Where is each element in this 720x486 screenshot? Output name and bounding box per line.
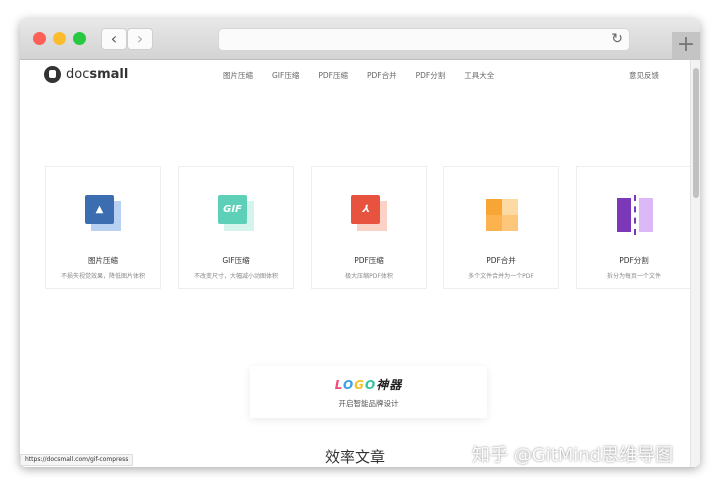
tool-card[interactable]: ⅄ PDF压缩极大压缩PDF体积 xyxy=(311,166,427,289)
reload-icon[interactable]: ↻ xyxy=(611,31,623,47)
logo-icon xyxy=(44,66,61,83)
docsmall-logo[interactable]: docsmall xyxy=(44,66,128,83)
logo-maker-logo: LOGO神器 xyxy=(250,376,487,393)
split-icon xyxy=(616,195,656,235)
feedback-link[interactable]: 意见反馈 xyxy=(629,70,659,81)
new-tab-button[interactable]: + xyxy=(672,32,700,60)
logo-maker-subtitle: 开启智能品牌设计 xyxy=(338,399,399,408)
tool-description: 拆分为每页一个文件 xyxy=(606,273,661,280)
tool-title: GIF压缩 xyxy=(222,256,250,265)
tool-card[interactable]: PDF合并多个文件合并为一个PDF xyxy=(443,166,559,289)
tool-description: 极大压缩PDF体积 xyxy=(345,273,393,280)
logo-maker-suffix: 神器 xyxy=(376,378,403,392)
gif-glyph: GIF xyxy=(223,204,242,215)
tool-title: PDF合并 xyxy=(486,256,516,265)
gif-icon: GIF xyxy=(218,195,258,235)
logo-maker-letter: O xyxy=(365,378,377,392)
watermark: 知乎 @GitMind思维导图 xyxy=(472,445,674,466)
tool-card[interactable]: GIF GIF压缩不改变尺寸，大幅减小动图体积 xyxy=(178,166,294,289)
nav-all-tools[interactable]: 工具大全 xyxy=(464,70,494,81)
nav-pdf-compress[interactable]: PDF压缩 xyxy=(318,70,348,81)
main-nav: 图片压缩 GIF压缩 PDF压缩 PDF合并 PDF分割 工具大全 xyxy=(223,70,513,81)
scrollbar[interactable] xyxy=(690,60,700,467)
maximize-button[interactable] xyxy=(73,32,86,45)
browser-window: ‹ › ↻ + docsmall 图片压缩 GIF压缩 PDF压缩 PDF合并 … xyxy=(20,19,700,467)
close-button[interactable] xyxy=(33,32,46,45)
nav-pdf-merge[interactable]: PDF合并 xyxy=(367,70,397,81)
browser-toolbar: ‹ › ↻ + xyxy=(20,19,700,60)
tool-title: PDF分割 xyxy=(619,256,649,265)
nav-gif-compress[interactable]: GIF压缩 xyxy=(272,70,299,81)
tool-card[interactable]: ▲ 图片压缩不损失视觉效果，降低图片体积 xyxy=(45,166,161,289)
forward-button[interactable]: › xyxy=(127,28,153,50)
page-content: docsmall 图片压缩 GIF压缩 PDF压缩 PDF合并 PDF分割 工具… xyxy=(20,60,692,467)
nav-pdf-split[interactable]: PDF分割 xyxy=(416,70,446,81)
address-bar[interactable]: ↻ xyxy=(218,28,630,51)
puzzle-icon xyxy=(483,195,523,235)
scrollbar-thumb[interactable] xyxy=(693,68,699,198)
minimize-button[interactable] xyxy=(53,32,66,45)
logo-text-bold: small xyxy=(89,67,129,82)
nav-image-compress[interactable]: 图片压缩 xyxy=(223,70,253,81)
tool-description: 不改变尺寸，大幅减小动图体积 xyxy=(193,273,278,280)
logo-maker-letter: L xyxy=(334,378,343,392)
tool-card[interactable]: PDF分割拆分为每页一个文件 xyxy=(576,166,692,289)
tool-title: PDF压缩 xyxy=(354,256,384,265)
image-icon: ▲ xyxy=(85,195,125,235)
tool-title: 图片压缩 xyxy=(88,256,118,265)
tool-description: 不损失视觉效果，降低图片体积 xyxy=(60,273,145,280)
pdf-icon: ⅄ xyxy=(351,195,391,235)
back-button[interactable]: ‹ xyxy=(101,28,127,50)
logo-text-light: doc xyxy=(66,67,90,82)
logo-maker-banner[interactable]: LOGO神器 开启智能品牌设计 xyxy=(250,366,487,418)
logo-maker-letter: G xyxy=(354,378,366,392)
logo-maker-letter: O xyxy=(342,378,355,392)
tool-description: 多个文件合并为一个PDF xyxy=(468,273,534,280)
status-bar-url: https://docsmall.com/gif-compress xyxy=(20,454,134,466)
